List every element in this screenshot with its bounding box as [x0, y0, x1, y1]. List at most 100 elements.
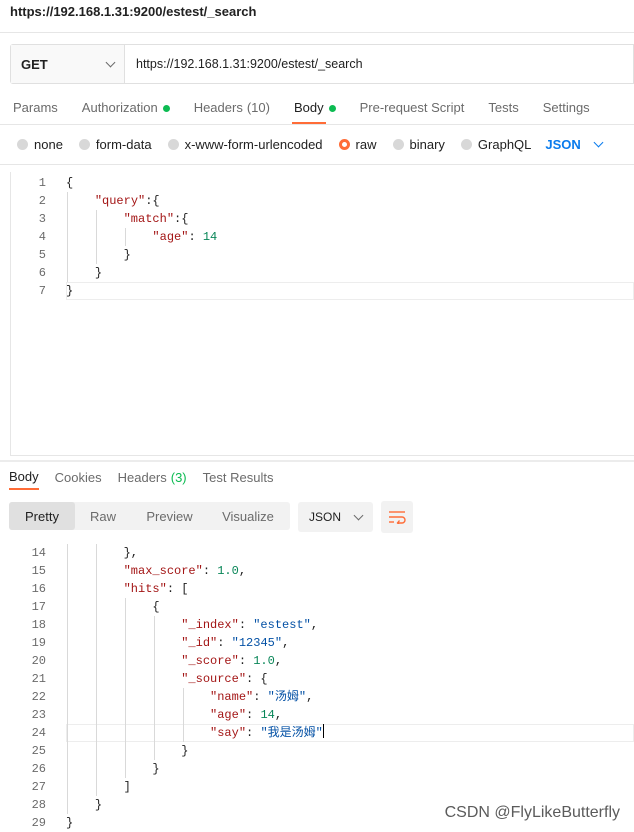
indent-guide — [67, 544, 68, 814]
line-number: 20 — [31, 654, 46, 668]
line-number: 18 — [31, 618, 46, 632]
view-raw[interactable]: Raw — [75, 502, 131, 530]
body-format-select[interactable]: JSON — [545, 136, 604, 152]
tab-prerequest-script[interactable]: Pre-request Script — [360, 96, 465, 120]
request-tabs: Params Authorization Headers (10) Body Pr… — [13, 96, 614, 120]
tab-settings[interactable]: Settings — [543, 96, 590, 120]
view-preview[interactable]: Preview — [131, 502, 208, 530]
code-token: } — [181, 744, 189, 758]
line-number: 3 — [38, 212, 46, 226]
line-number: 15 — [31, 564, 46, 578]
view-pretty[interactable]: Pretty — [9, 502, 75, 530]
line-number: 16 — [31, 582, 46, 596]
tab-headers[interactable]: Headers (10) — [194, 96, 270, 120]
code-token: { — [66, 176, 74, 190]
response-format-select[interactable]: JSON — [298, 502, 373, 532]
code-token: : — [246, 708, 261, 722]
watermark: CSDN @FlyLikeButterfly — [444, 804, 620, 821]
code-token: , — [310, 618, 319, 632]
radio-binary[interactable]: binary — [392, 137, 445, 152]
code-token: : — [238, 654, 254, 668]
json-string: "estest" — [253, 618, 311, 632]
radio-raw[interactable]: raw — [338, 137, 377, 152]
code-token: { — [152, 600, 160, 614]
headers-count: (3) — [170, 470, 187, 485]
tab-label: Headers — [117, 470, 167, 485]
body-type-options: none form-data x-www-form-urlencoded raw… — [17, 134, 618, 154]
resp-tab-headers[interactable]: Headers (3) — [118, 466, 187, 490]
view-label: Pretty — [25, 508, 59, 524]
view-label: Preview — [146, 508, 193, 524]
code-token: } — [94, 266, 103, 280]
url-input[interactable]: https://192.168.1.31:9200/estest/_search — [125, 45, 633, 83]
radio-icon — [167, 138, 179, 150]
json-number: 14 — [260, 708, 275, 722]
line-number: 19 — [31, 636, 46, 650]
headers-count: (10) — [246, 100, 270, 115]
code-line: } — [66, 282, 73, 300]
json-string: "汤姆" — [267, 690, 307, 704]
code-token: : — [253, 690, 268, 704]
code-line: "say": "我是汤姆" — [66, 724, 325, 742]
radio-icon — [78, 138, 90, 150]
chevron-down-icon — [353, 510, 364, 520]
code-token: } — [66, 284, 74, 298]
json-number: 1.0 — [253, 654, 275, 668]
line-number: 17 — [31, 600, 46, 614]
line-number: 7 — [38, 284, 46, 298]
code-line: } — [66, 760, 159, 778]
json-key: "say" — [210, 726, 247, 740]
tab-tests[interactable]: Tests — [488, 96, 518, 120]
code-token: ] — [123, 780, 131, 794]
line-number: 29 — [31, 816, 46, 830]
code-line: } — [66, 246, 131, 264]
status-dot-icon — [328, 104, 336, 112]
radio-form-data[interactable]: form-data — [78, 137, 152, 152]
code-token: :{ — [145, 194, 160, 208]
line-number: 23 — [31, 708, 46, 722]
wrap-lines-button[interactable] — [381, 501, 413, 533]
method-label: GET — [21, 56, 48, 72]
radio-none[interactable]: none — [17, 137, 63, 152]
resp-tab-cookies[interactable]: Cookies — [55, 466, 102, 490]
tab-params[interactable]: Params — [13, 96, 58, 120]
page-title: https://192.168.1.31:9200/estest/_search — [10, 4, 257, 19]
code-line: } — [66, 796, 102, 814]
tab-authorization[interactable]: Authorization — [82, 96, 170, 120]
line-number: 4 — [38, 230, 46, 244]
code-line: "age": 14 — [66, 228, 217, 246]
wrap-lines-icon — [389, 511, 406, 524]
code-token: : — [238, 618, 254, 632]
option-label: GraphQL — [477, 136, 532, 152]
tab-label: Cookies — [54, 470, 102, 485]
resp-tab-body[interactable]: Body — [9, 466, 39, 490]
json-key: "_index" — [181, 618, 239, 632]
code-token: : [ — [166, 582, 189, 596]
line-number: 5 — [38, 248, 46, 262]
current-line-highlight — [66, 282, 634, 300]
radio-icon — [460, 138, 472, 150]
radio-icon — [17, 138, 28, 150]
json-string: "12345" — [231, 636, 283, 650]
status-dot-icon — [162, 104, 170, 112]
view-visualize[interactable]: Visualize — [208, 502, 288, 530]
method-select[interactable]: GET — [11, 45, 125, 83]
pane-divider[interactable] — [0, 460, 634, 462]
code-token: :{ — [174, 212, 189, 226]
resp-tab-test-results[interactable]: Test Results — [203, 466, 274, 490]
radio-graphql[interactable]: GraphQL — [460, 136, 532, 152]
chevron-down-icon — [105, 57, 116, 67]
format-label: JSON — [545, 136, 581, 152]
line-number: 22 — [31, 690, 46, 704]
view-label: Visualize — [222, 508, 274, 524]
radio-urlencoded[interactable]: x-www-form-urlencoded — [167, 137, 323, 152]
json-key: "max_score" — [123, 564, 203, 578]
tab-body[interactable]: Body — [294, 96, 336, 120]
tab-label: Headers — [193, 100, 243, 115]
tab-label: Body — [9, 469, 39, 484]
